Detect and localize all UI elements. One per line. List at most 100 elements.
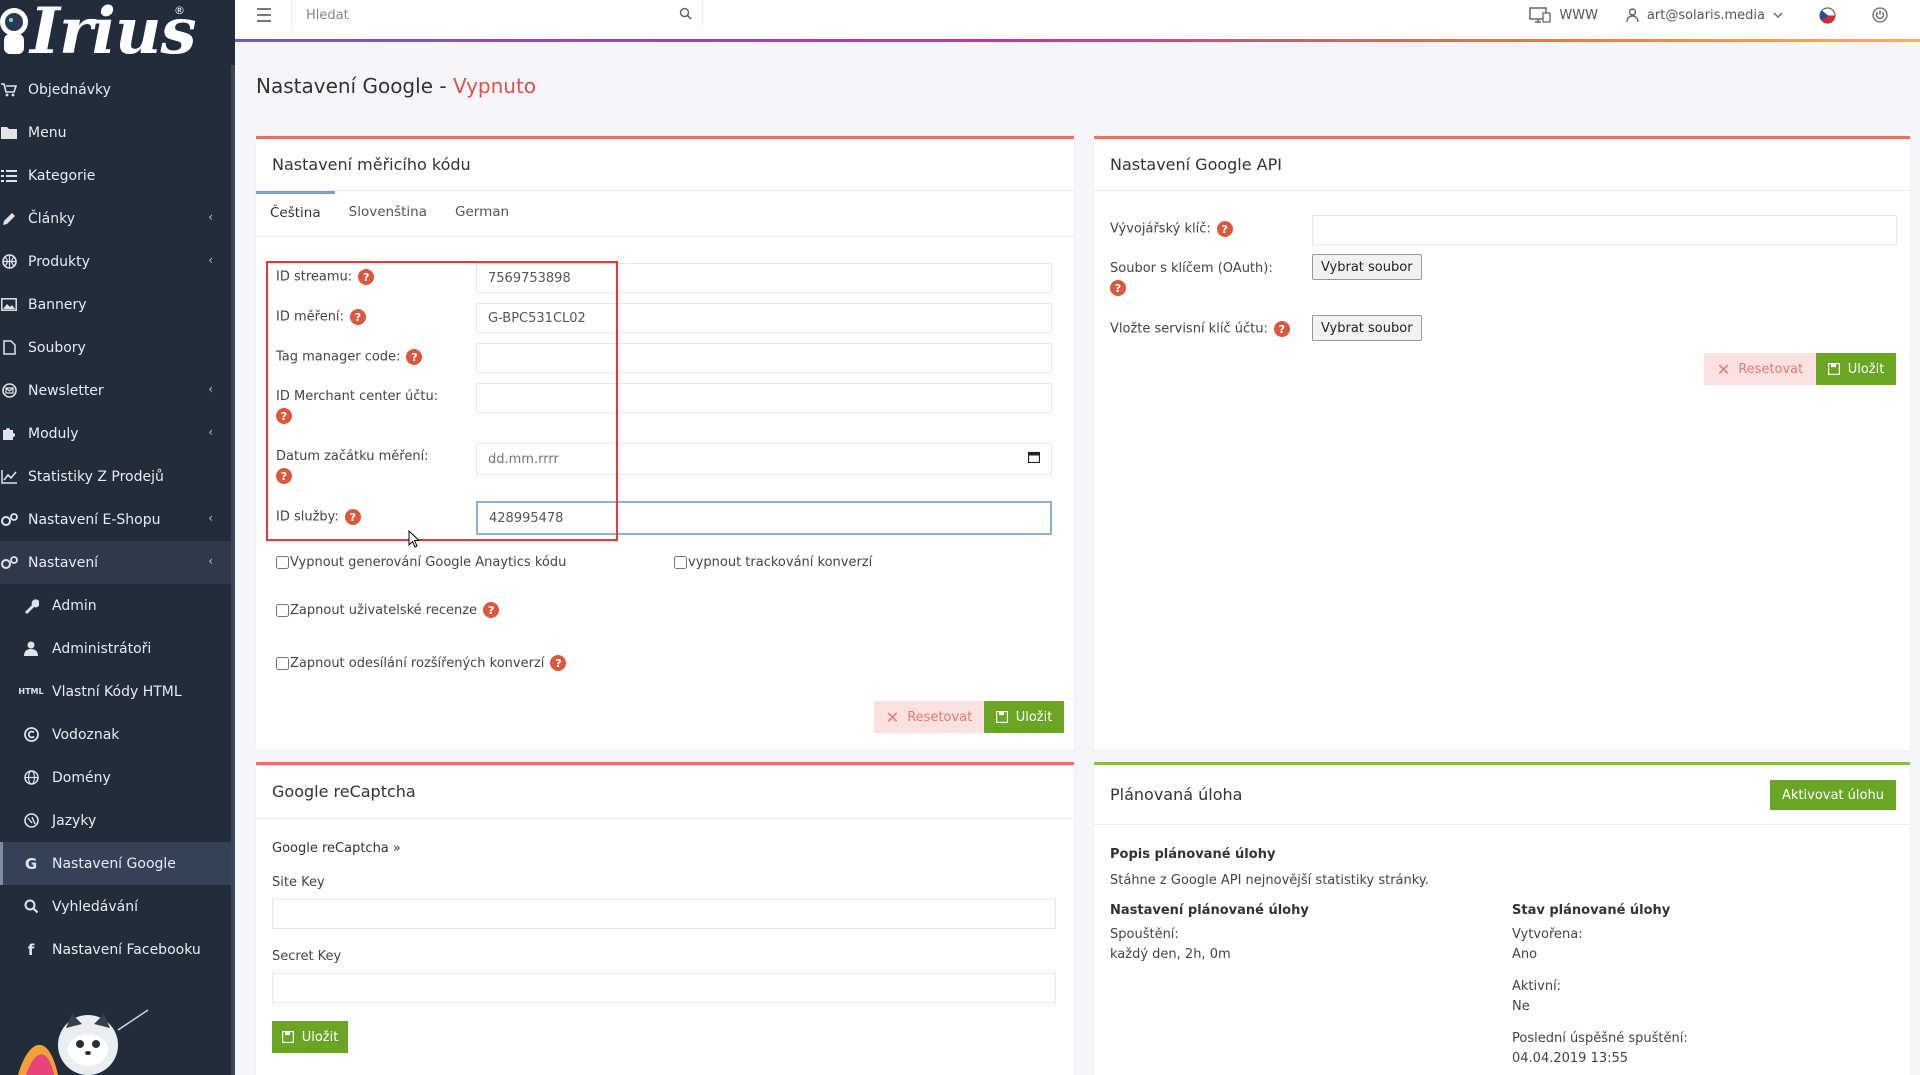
user-menu[interactable]: art@solaris.media: [1626, 8, 1791, 23]
save-button[interactable]: Uložit: [272, 1021, 348, 1053]
sidebar-item-sales-stats[interactable]: Statistiky Z Prodejů: [0, 455, 235, 498]
sidebar-item-menu[interactable]: Menu: [0, 111, 235, 154]
sidebar-item-newsletter[interactable]: Newsletter ‹: [0, 369, 235, 412]
sidebar-item-eshop-settings[interactable]: Nastavení E-Shopu ‹: [0, 498, 235, 541]
checkbox-label: Zapnout uživatelské recenze: [290, 602, 478, 618]
dev-key-input[interactable]: [1312, 215, 1897, 245]
sidebar-item-articles[interactable]: Články ‹: [0, 197, 235, 240]
floppy-icon: [281, 1031, 294, 1043]
checkbox-label: vypnout trackování konverzí: [688, 555, 873, 570]
html-icon: HTML: [18, 687, 44, 696]
close-icon: ✕: [885, 707, 900, 727]
www-link[interactable]: WWW: [1529, 7, 1598, 23]
sidebar: Irius ® Objednávky Menu Kategorie Články…: [0, 0, 235, 1075]
run-label: Spouštění:: [1110, 927, 1179, 942]
mascot-illustration: [18, 1009, 149, 1075]
chevron-left-icon: ‹: [208, 554, 213, 568]
created-label: Vytvořena:: [1512, 927, 1583, 942]
floppy-icon: [1827, 363, 1840, 375]
reviews-checkbox-row[interactable]: Zapnout uživatelské recenze ?: [276, 602, 500, 618]
help-icon[interactable]: ?: [1216, 221, 1233, 237]
sidebar-subitem-admin[interactable]: Admin: [0, 584, 235, 627]
sidebar-subitem-google-settings[interactable]: G Nastavení Google: [0, 842, 235, 885]
card-title: Nastavení Google API: [1094, 139, 1910, 191]
sidebar-scrollbar[interactable]: [231, 65, 235, 1075]
extended-conversions-checkbox[interactable]: [276, 656, 289, 670]
sidebar-item-modules[interactable]: Moduly ‹: [0, 412, 235, 455]
help-icon[interactable]: ?: [1273, 321, 1290, 337]
recaptcha-link[interactable]: Google reCaptcha »: [272, 841, 401, 856]
task-settings-title: Nastavení plánované úlohy: [1110, 903, 1309, 918]
search-icon[interactable]: [679, 7, 692, 20]
task-description-text: Stáhne z Google API nejnovější statistik…: [1110, 873, 1429, 888]
sidebar-item-banners[interactable]: Bannery: [0, 283, 235, 326]
sidebar-subitem-administrators[interactable]: Administrátoři: [0, 627, 235, 670]
active-value: Ne: [1512, 999, 1530, 1014]
hamburger-menu-icon[interactable]: [257, 8, 275, 22]
wrench-icon: [22, 598, 40, 614]
sidebar-item-files[interactable]: Soubory: [0, 326, 235, 369]
checkbox-label: Zapnout odesílání rozšířených konverzí: [290, 655, 545, 671]
sidebar-subitem-search[interactable]: Vyhledávání: [0, 885, 235, 928]
close-icon: ✕: [1716, 359, 1731, 379]
status-text: Vypnuto: [452, 74, 537, 98]
sidebar-item-label: Nastavení E-Shopu: [28, 511, 161, 528]
help-icon[interactable]: ?: [483, 602, 500, 618]
sidebar-item-label: Články: [28, 210, 76, 227]
search-input[interactable]: [292, 0, 652, 30]
disable-ga-checkbox[interactable]: [276, 556, 289, 569]
gears-icon: [0, 512, 18, 527]
sidebar-item-settings[interactable]: Nastavení ‹: [0, 541, 235, 584]
sidebar-subitem-html-codes[interactable]: HTML Vlastní Kódy HTML: [0, 670, 235, 713]
last-run-value: 04.04.2019 13:55: [1512, 1051, 1629, 1066]
site-key-input[interactable]: [272, 899, 1056, 929]
sidebar-item-label: Nastavení Facebooku: [52, 941, 201, 958]
save-button[interactable]: Uložit: [984, 701, 1064, 733]
save-button[interactable]: Uložit: [1816, 353, 1896, 385]
chevron-left-icon: ‹: [208, 253, 213, 267]
disable-ga-checkbox-row[interactable]: Vypnout generování Google Anaytics kódu: [276, 555, 566, 570]
service-key-label: Vložte servisní klíč účtu:?: [1110, 321, 1290, 337]
chevron-left-icon: ‹: [208, 425, 213, 439]
tab-czech[interactable]: Čeština: [256, 191, 335, 236]
sidebar-subitem-facebook-settings[interactable]: f Nastavení Facebooku: [0, 928, 235, 971]
logo-registered: ®: [174, 4, 185, 17]
oauth-file-button[interactable]: Vybrat soubor: [1312, 254, 1422, 280]
reset-button[interactable]: ✕ Resetovat: [1704, 353, 1816, 385]
secret-key-label: Secret Key: [272, 949, 342, 964]
sidebar-item-label: Newsletter: [28, 382, 104, 399]
brand-logo[interactable]: Irius ®: [0, 0, 235, 69]
sidebar-subitem-languages[interactable]: Jazyky: [0, 799, 235, 842]
reset-button[interactable]: ✕ Resetovat: [874, 701, 984, 733]
cart-icon: [0, 82, 18, 97]
help-icon[interactable]: ?: [1110, 280, 1126, 296]
help-icon[interactable]: ?: [550, 655, 567, 671]
extended-conversions-checkbox-row[interactable]: Zapnout odesílání rozšířených konverzí ?: [276, 655, 567, 671]
oauth-file-label: Soubor s klíčem (OAuth): ?: [1110, 261, 1273, 296]
sidebar-item-label: Vodoznak: [52, 726, 120, 743]
scheduled-task-card: Plánovaná úloha Aktivovat úlohu Popis pl…: [1094, 762, 1910, 1075]
highlight-box: [266, 261, 618, 541]
globe-icon: [22, 770, 40, 785]
sidebar-subitem-watermark[interactable]: Vodoznak: [0, 713, 235, 756]
sidebar-item-categories[interactable]: Kategorie: [0, 154, 235, 197]
sidebar-item-label: Nastavení Google: [52, 855, 176, 872]
activate-task-button[interactable]: Aktivovat úlohu: [1770, 780, 1896, 810]
reviews-checkbox[interactable]: [276, 603, 289, 617]
search-icon: [22, 899, 40, 914]
sidebar-subitem-domains[interactable]: Domény: [0, 756, 235, 799]
logout-button[interactable]: [1872, 7, 1896, 23]
sidebar-item-label: Objednávky: [28, 81, 111, 98]
sidebar-item-products[interactable]: Produkty ‹: [0, 240, 235, 283]
calendar-icon[interactable]: [1028, 451, 1040, 463]
language-flag-button[interactable]: [1819, 6, 1844, 24]
tab-german[interactable]: German: [441, 191, 523, 236]
secret-key-input[interactable]: [272, 973, 1056, 1003]
sidebar-item-label: Administrátoři: [52, 640, 152, 657]
disable-conversions-checkbox-row[interactable]: vypnout trackování konverzí: [674, 555, 872, 570]
pencil-icon: [0, 211, 18, 226]
disable-conversions-checkbox[interactable]: [674, 556, 687, 569]
tab-slovak[interactable]: Slovenština: [335, 191, 441, 236]
sidebar-item-orders[interactable]: Objednávky: [0, 68, 235, 111]
service-key-file-button[interactable]: Vybrat soubor: [1312, 315, 1422, 341]
